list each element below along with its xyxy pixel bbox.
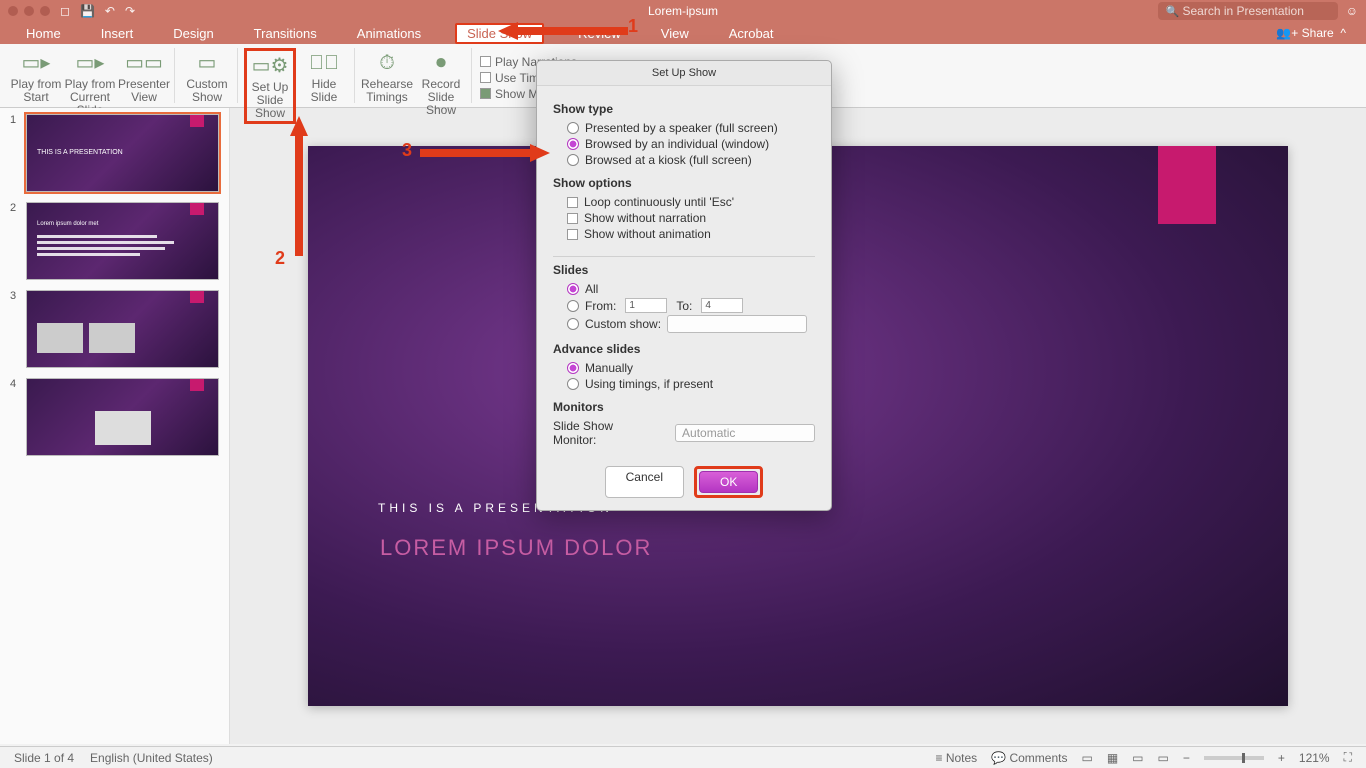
save-icon[interactable]: 💾 bbox=[80, 4, 95, 18]
ribbon-tabs: Home Insert Design Transitions Animation… bbox=[0, 22, 1366, 44]
tab-view[interactable]: View bbox=[655, 24, 695, 43]
from-to-radio[interactable]: From:1To:4 bbox=[553, 297, 815, 314]
cancel-button[interactable]: Cancel bbox=[605, 466, 684, 498]
dialog-title: Set Up Show bbox=[537, 61, 831, 86]
hide-slide-button[interactable]: ▭⃠Hide Slide bbox=[298, 48, 350, 104]
slide-count: Slide 1 of 4 bbox=[14, 751, 74, 765]
sorter-view-icon[interactable]: ▦ bbox=[1107, 751, 1118, 765]
monitor-row: Slide Show Monitor: Automatic bbox=[553, 418, 815, 448]
slide-title[interactable]: THIS IS A PRESENTATION bbox=[378, 456, 1288, 527]
presented-by-speaker-radio[interactable]: Presented by a speaker (full screen) bbox=[553, 120, 815, 136]
custom-show-radio[interactable]: Custom show: bbox=[553, 314, 815, 334]
normal-view-icon[interactable]: ▭ bbox=[1081, 751, 1092, 765]
annotation-3: 3 bbox=[402, 140, 412, 161]
status-bar: Slide 1 of 4 English (United States) ≡ N… bbox=[0, 746, 1366, 768]
ok-highlight: OK bbox=[694, 466, 763, 498]
thumbnail-1[interactable]: THIS IS A PRESENTATION bbox=[26, 114, 219, 192]
arrow-3-icon bbox=[420, 142, 550, 164]
monitor-select[interactable]: Automatic bbox=[675, 424, 815, 442]
browsed-kiosk-radio[interactable]: Browsed at a kiosk (full screen) bbox=[553, 152, 815, 168]
using-timings-radio[interactable]: Using timings, if present bbox=[553, 376, 815, 392]
slides-heading: Slides bbox=[553, 263, 815, 277]
loop-checkbox[interactable]: Loop continuously until 'Esc' bbox=[553, 194, 815, 210]
show-options-heading: Show options bbox=[553, 176, 815, 190]
user-icon[interactable]: ☺ bbox=[1346, 4, 1358, 18]
tab-home[interactable]: Home bbox=[20, 24, 67, 43]
browsed-individual-radio[interactable]: Browsed by an individual (window) bbox=[553, 136, 815, 152]
to-field[interactable]: 4 bbox=[701, 298, 743, 313]
zoom-slider[interactable] bbox=[1204, 756, 1264, 760]
slide-subtitle[interactable]: LOREM IPSUM DOLOR bbox=[380, 535, 1288, 561]
show-type-heading: Show type bbox=[553, 102, 815, 116]
slide-thumbnails[interactable]: 1THIS IS A PRESENTATION 2Lorem ipsum dol… bbox=[0, 108, 230, 744]
tab-insert[interactable]: Insert bbox=[95, 24, 140, 43]
tab-animations[interactable]: Animations bbox=[351, 24, 427, 43]
undo-icon[interactable]: ↶ bbox=[105, 4, 115, 18]
annotation-2: 2 bbox=[275, 248, 285, 269]
search-input[interactable]: 🔍 Search in Presentation bbox=[1158, 2, 1338, 20]
custom-show-button[interactable]: ▭Custom Show bbox=[181, 48, 233, 104]
minimize-icon[interactable] bbox=[24, 6, 34, 16]
set-up-show-dialog: Set Up Show Show type Presented by a spe… bbox=[536, 60, 832, 511]
no-animation-checkbox[interactable]: Show without animation bbox=[553, 226, 815, 242]
document-title: Lorem-ipsum bbox=[648, 4, 718, 18]
custom-show-select[interactable] bbox=[667, 315, 807, 333]
thumbnail-3[interactable] bbox=[26, 290, 219, 368]
accent-shape bbox=[1158, 146, 1216, 224]
notes-button[interactable]: ≡ Notes bbox=[935, 751, 977, 765]
no-narration-checkbox[interactable]: Show without narration bbox=[553, 210, 815, 226]
ok-button[interactable]: OK bbox=[699, 471, 758, 493]
close-icon[interactable] bbox=[8, 6, 18, 16]
tab-design[interactable]: Design bbox=[167, 24, 219, 43]
tab-transitions[interactable]: Transitions bbox=[248, 24, 323, 43]
fit-icon[interactable]: ⛶ bbox=[1344, 750, 1352, 765]
reading-view-icon[interactable]: ▭ bbox=[1132, 751, 1143, 765]
zoom-out-icon[interactable]: − bbox=[1183, 751, 1190, 765]
comments-button[interactable]: 💬 Comments bbox=[991, 751, 1067, 765]
manually-radio[interactable]: Manually bbox=[553, 360, 815, 376]
title-bar: ◻ 💾 ↶ ↷ Lorem-ipsum 🔍 Search in Presenta… bbox=[0, 0, 1366, 22]
autosave-icon[interactable]: ◻ bbox=[60, 4, 70, 18]
annotation-1: 1 bbox=[628, 16, 638, 37]
rehearse-timings-button[interactable]: ⏱Rehearse Timings bbox=[361, 48, 413, 104]
quick-access-toolbar: ◻ 💾 ↶ ↷ bbox=[60, 4, 135, 18]
all-slides-radio[interactable]: All bbox=[553, 281, 815, 297]
window-controls[interactable] bbox=[8, 6, 50, 16]
zoom-icon[interactable] bbox=[40, 6, 50, 16]
monitors-heading: Monitors bbox=[553, 400, 815, 414]
slideshow-view-icon[interactable]: ▭ bbox=[1158, 751, 1169, 765]
zoom-level[interactable]: 121% bbox=[1299, 751, 1330, 765]
tab-acrobat[interactable]: Acrobat bbox=[723, 24, 780, 43]
from-field[interactable]: 1 bbox=[625, 298, 667, 313]
arrow-2-icon bbox=[288, 116, 310, 256]
advance-slides-heading: Advance slides bbox=[553, 342, 815, 356]
arrow-1-icon bbox=[498, 20, 628, 42]
presenter-view-button[interactable]: ▭▭Presenter View bbox=[118, 48, 170, 104]
redo-icon[interactable]: ↷ bbox=[125, 4, 135, 18]
language[interactable]: English (United States) bbox=[90, 751, 213, 765]
play-from-start-button[interactable]: ▭▸Play from Start bbox=[10, 48, 62, 104]
zoom-in-icon[interactable]: + bbox=[1278, 751, 1285, 765]
thumbnail-4[interactable] bbox=[26, 378, 219, 456]
share-button[interactable]: 👥+ Share ^ bbox=[1276, 26, 1346, 40]
thumbnail-2[interactable]: Lorem ipsum dolor met bbox=[26, 202, 219, 280]
